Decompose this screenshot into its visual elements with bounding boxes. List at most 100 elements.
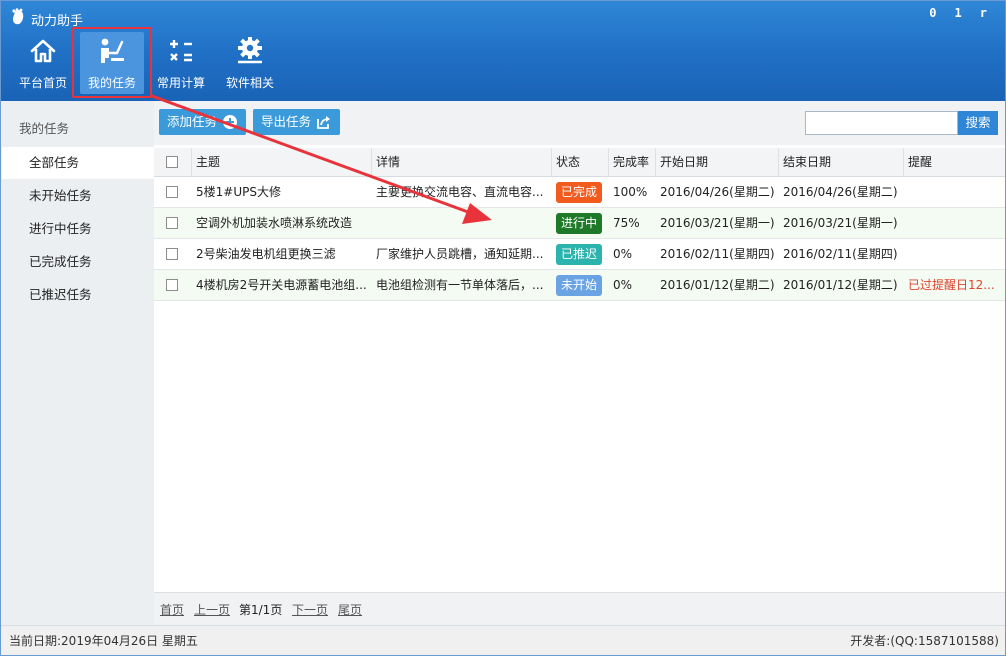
row-detail: [372, 208, 552, 238]
table-row[interactable]: 4楼机房2号开关电源蓄电池组... 电池组检测有一节单体落后，... 未开始 0…: [154, 270, 1005, 301]
row-start-date: 2016/03/21(星期一): [660, 216, 775, 230]
column-header-end-date[interactable]: 结束日期: [779, 148, 904, 176]
main-panel: 添加任务 导出任务 搜索 主题 详情 状态 完成率 开始日期 结束日期 提醒 5…: [154, 101, 1005, 625]
add-task-label: 添加任务: [167, 114, 218, 129]
toolbar-software-label: 软件相关: [225, 76, 274, 90]
row-rate: 0%: [613, 278, 633, 292]
status-developer: 开发者:(QQ:1587101588): [850, 634, 999, 648]
app-title: 动力助手: [31, 14, 84, 29]
status-badge: 进行中: [556, 213, 603, 234]
export-task-button[interactable]: 导出任务: [253, 109, 341, 135]
row-subject: 4楼机房2号开关电源蓄电池组...: [196, 278, 367, 292]
row-status-cell: 未开始: [552, 270, 609, 300]
row-remind: 已过提醒日12...: [908, 278, 995, 292]
title-toolbar: 动力助手 0 1 r 平台首页 我的任务 常用计算 软件相关: [1, 1, 1005, 101]
column-header-start-date[interactable]: 开始日期: [656, 148, 779, 176]
row-checkbox-cell: [154, 208, 192, 238]
row-checkbox-cell: [154, 239, 192, 269]
search-button[interactable]: 搜索: [958, 111, 998, 135]
row-checkbox[interactable]: [166, 185, 178, 198]
row-start-date: 2016/04/26(星期二): [660, 185, 775, 199]
toolbar-home-label: 平台首页: [18, 76, 67, 90]
close-button[interactable]: r: [980, 6, 987, 20]
sidebar-item-completed[interactable]: 已完成任务: [2, 246, 154, 278]
row-remind: [904, 208, 1003, 238]
row-start-date: 2016/01/12(星期二): [660, 278, 775, 292]
pager-prev[interactable]: 上一页: [194, 601, 230, 618]
row-checkbox[interactable]: [166, 216, 178, 229]
status-bar: 当前日期:2019年04月26日 星期五 开发者:(QQ:1587101588): [1, 625, 1005, 655]
toolbar-calc-button[interactable]: 常用计算: [149, 32, 213, 94]
row-end-date: 2016/03/21(星期一): [783, 216, 898, 230]
maximize-button[interactable]: 1: [955, 6, 962, 20]
action-bar: 添加任务 导出任务 搜索: [154, 101, 1005, 145]
row-status-cell: 已完成: [552, 177, 609, 207]
row-end-date: 2016/01/12(星期二): [783, 278, 898, 292]
pager: 首页 上一页 第1/1页 下一页 尾页: [154, 592, 1005, 625]
column-header-detail[interactable]: 详情: [372, 148, 552, 176]
row-end-date: 2016/02/11(星期四): [783, 247, 898, 261]
column-header-rate[interactable]: 完成率: [609, 148, 656, 176]
toolbar-software-button[interactable]: 软件相关: [218, 32, 282, 94]
row-subject: 5楼1#UPS大修: [196, 185, 281, 199]
sidebar-item-postponed[interactable]: 已推迟任务: [2, 279, 154, 311]
status-badge: 已完成: [556, 182, 603, 203]
pager-next[interactable]: 下一页: [292, 601, 328, 618]
row-checkbox[interactable]: [166, 278, 178, 291]
select-all-cell: [154, 148, 192, 176]
sidebar-item-in-progress[interactable]: 进行中任务: [2, 213, 154, 245]
share-icon: [317, 116, 331, 129]
toolbar-mytask-button[interactable]: 我的任务: [80, 32, 144, 94]
column-header-subject[interactable]: 主题: [192, 148, 372, 176]
gear-icon: [238, 37, 262, 64]
search-input[interactable]: [805, 111, 958, 135]
toolbar-mytask-label: 我的任务: [87, 76, 136, 90]
export-task-label: 导出任务: [261, 114, 312, 129]
status-badge: 未开始: [556, 275, 603, 296]
task-icon: [101, 38, 124, 63]
column-header-remind[interactable]: 提醒: [904, 148, 1003, 176]
row-checkbox[interactable]: [166, 247, 178, 260]
column-header-status[interactable]: 状态: [552, 148, 609, 176]
row-status-cell: 已推迟: [552, 239, 609, 269]
row-detail: 主要更换交流电容、直流电容...: [376, 185, 544, 199]
row-rate: 100%: [613, 185, 648, 199]
sidebar-title: 我的任务: [19, 121, 70, 136]
table-row[interactable]: 2号柴油发电机组更换三滤 厂家维护人员跳槽，通知延期... 已推迟 0% 201…: [154, 239, 1005, 270]
row-detail: 电池组检测有一节单体落后，...: [376, 278, 544, 292]
row-rate: 75%: [613, 216, 640, 230]
row-start-date: 2016/02/11(星期四): [660, 247, 775, 261]
pager-first[interactable]: 首页: [160, 601, 184, 618]
toolbar-calc-label: 常用计算: [156, 76, 205, 90]
minimize-button[interactable]: 0: [929, 6, 936, 20]
row-remind: [904, 239, 1003, 269]
sidebar-item-not-started[interactable]: 未开始任务: [2, 180, 154, 212]
home-icon: [30, 39, 56, 63]
plus-circle-icon: [223, 115, 238, 129]
row-detail: 厂家维护人员跳槽，通知延期...: [376, 247, 544, 261]
pager-current: 第1/1页: [239, 603, 283, 617]
row-subject: 空调外机加装水喷淋系统改造: [196, 216, 353, 230]
app-window: 动力助手 0 1 r 平台首页 我的任务 常用计算 软件相关 我的任务 全部任务…: [0, 0, 1006, 656]
row-status-cell: 进行中: [552, 208, 609, 238]
row-end-date: 2016/04/26(星期二): [783, 185, 898, 199]
sidebar-item-all[interactable]: 全部任务: [2, 147, 154, 179]
toolbar-home-button[interactable]: 平台首页: [11, 32, 75, 94]
task-table: 主题 详情 状态 完成率 开始日期 结束日期 提醒 5楼1#UPS大修 主要更换…: [154, 148, 1005, 301]
status-badge: 已推迟: [556, 244, 603, 265]
table-row[interactable]: 空调外机加装水喷淋系统改造 进行中 75% 2016/03/21(星期一) 20…: [154, 208, 1005, 239]
row-rate: 0%: [613, 247, 633, 261]
add-task-button[interactable]: 添加任务: [159, 109, 247, 135]
row-subject: 2号柴油发电机组更换三滤: [196, 247, 336, 261]
app-logo-icon: [12, 8, 24, 25]
pager-last[interactable]: 尾页: [338, 601, 362, 618]
table-header: 主题 详情 状态 完成率 开始日期 结束日期 提醒: [154, 148, 1005, 177]
table-row[interactable]: 5楼1#UPS大修 主要更换交流电容、直流电容... 已完成 100% 2016…: [154, 177, 1005, 208]
row-checkbox-cell: [154, 177, 192, 207]
select-all-checkbox[interactable]: [166, 155, 178, 168]
calculator-icon: [170, 40, 192, 62]
row-checkbox-cell: [154, 270, 192, 300]
window-controls: 0 1 r: [929, 6, 987, 20]
row-remind: [904, 177, 1003, 207]
sidebar: 我的任务 全部任务 未开始任务 进行中任务 已完成任务 已推迟任务: [2, 101, 154, 625]
